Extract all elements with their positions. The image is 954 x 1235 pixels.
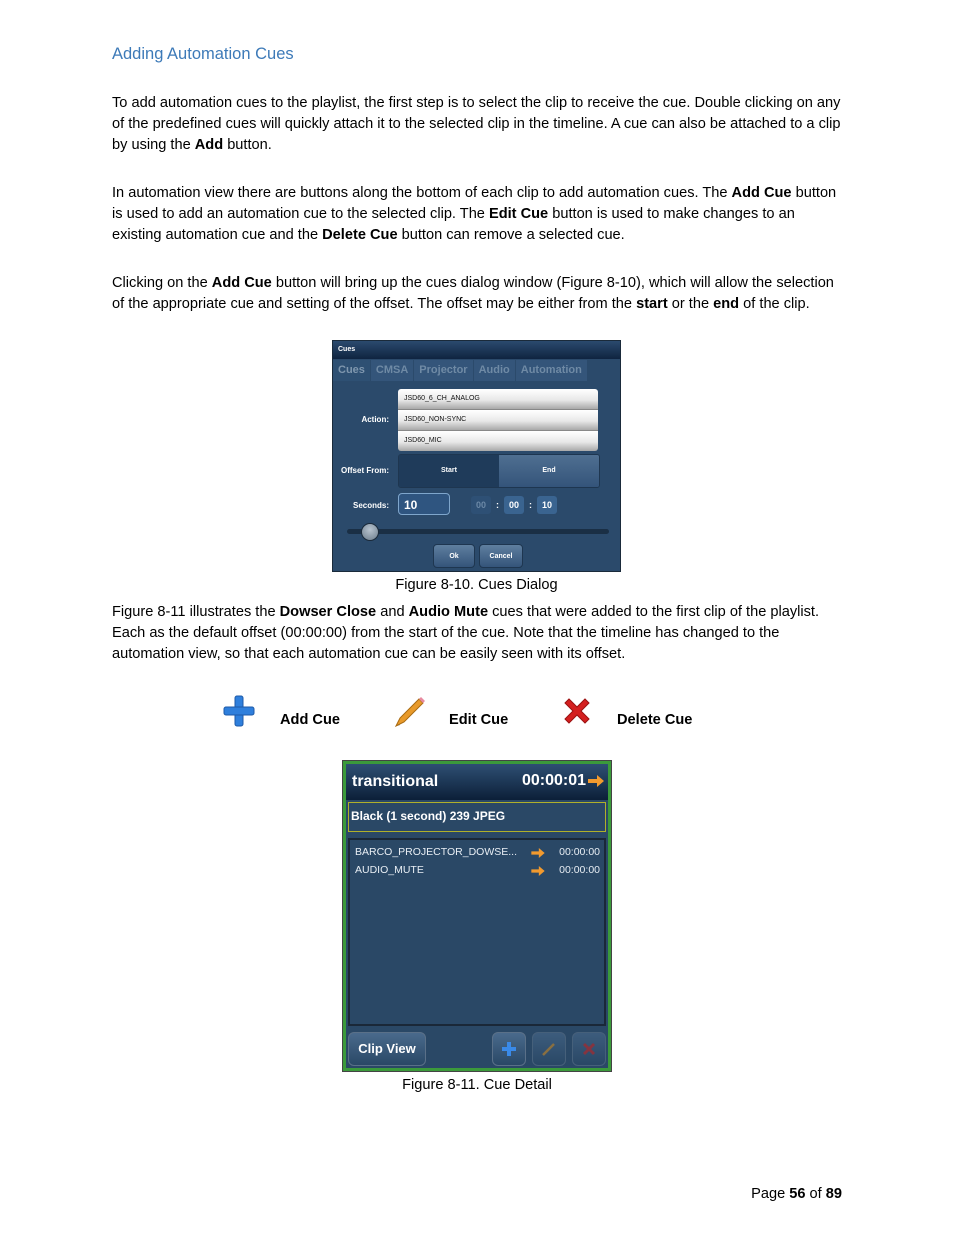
tab-audio[interactable]: Audio (473, 360, 516, 381)
bold-term: start (636, 296, 668, 312)
plus-icon (223, 695, 255, 727)
clip-view-button[interactable]: Clip View (348, 1032, 426, 1066)
x-icon (564, 698, 590, 724)
arrow-right-icon (531, 866, 545, 876)
current-page: 56 (789, 1186, 806, 1202)
offset-start-button[interactable]: Start (399, 455, 499, 487)
delete-cue-label: Delete Cue (617, 712, 693, 728)
offset-segmented-control: Start End (398, 454, 600, 488)
offset-slider-knob[interactable] (361, 523, 379, 541)
ok-button[interactable]: Ok (433, 544, 475, 568)
cue-name: BARCO_PROJECTOR_DOWSE... (355, 846, 518, 858)
pencil-icon (394, 697, 425, 728)
section-heading: Adding Automation Cues (112, 45, 294, 63)
figure-caption: Figure 8-10. Cues Dialog (395, 577, 558, 593)
dialog-title: Cues (333, 341, 620, 359)
action-label: Action: (361, 415, 389, 424)
minutes-field[interactable]: 00 (504, 496, 524, 514)
bold-term: Add Cue (211, 275, 272, 291)
seconds-input[interactable]: 10 (398, 493, 450, 515)
offset-end-button[interactable]: End (499, 455, 599, 487)
delete-cue-button[interactable] (572, 1032, 606, 1066)
tab-cmsa[interactable]: CMSA (370, 360, 415, 381)
cues-dialog: Cues Cues CMSA Projector Audio Automatio… (332, 340, 621, 572)
action-list: JSD60_6_CH_ANALOG JSD60_NON-SYNC JSD60_M… (398, 389, 598, 451)
bold-term: Audio Mute (408, 604, 489, 620)
time-separator: : (529, 500, 532, 510)
paragraph-buttons: In automation view there are buttons alo… (112, 185, 837, 243)
time-separator: : (496, 500, 499, 510)
plus-icon (502, 1042, 516, 1056)
add-cue-button[interactable] (492, 1032, 526, 1066)
clip-duration: 00:00:01 (521, 772, 586, 789)
cue-list: BARCO_PROJECTOR_DOWSE... 00:00:00 AUDIO_… (348, 838, 606, 1026)
action-item[interactable]: JSD60_MIC (398, 431, 598, 451)
edit-cue-button[interactable] (532, 1032, 566, 1066)
cue-name: AUDIO_MUTE (355, 864, 424, 876)
figure-caption: Figure 8-11. Cue Detail (402, 1077, 552, 1093)
paragraph-figure-description: Figure 8-11 illustrates the Dowser Close… (112, 604, 820, 662)
pencil-icon (542, 1043, 555, 1056)
clip-name: transitional (352, 773, 439, 790)
bold-term: Dowser Close (279, 604, 377, 620)
hours-field[interactable]: 00 (471, 496, 491, 514)
edit-cue-label: Edit Cue (449, 712, 509, 728)
cue-offset: 00:00:00 (559, 846, 600, 858)
arrow-right-icon (588, 775, 604, 787)
document-page: Adding Automation Cues To add automation… (0, 0, 954, 1235)
offset-slider-track[interactable] (347, 529, 609, 534)
cue-row[interactable]: BARCO_PROJECTOR_DOWSE... 00:00:00 (355, 846, 600, 862)
page-middle: of (805, 1186, 826, 1202)
bold-term: end (713, 296, 740, 312)
clip-header: transitional 00:00:01 (346, 764, 608, 800)
action-item[interactable]: JSD60_NON-SYNC (398, 410, 598, 431)
page-prefix: Page (751, 1186, 790, 1202)
cue-offset: 00:00:00 (559, 864, 600, 876)
page-number: Page 56 of 89 (700, 1186, 842, 1202)
tab-automation[interactable]: Automation (515, 360, 588, 381)
bold-term: Add (194, 137, 224, 153)
arrow-right-icon (531, 848, 545, 858)
total-pages: 89 (825, 1186, 842, 1202)
paragraph-intro: To add automation cues to the playlist, … (112, 95, 841, 153)
clip-description[interactable]: Black (1 second) 239 JPEG (348, 802, 606, 832)
x-icon (582, 1042, 596, 1056)
bold-term: Add Cue (731, 185, 792, 201)
cue-detail-panel: transitional 00:00:01 Black (1 second) 2… (342, 760, 612, 1072)
action-item[interactable]: JSD60_6_CH_ANALOG (398, 389, 598, 410)
paragraph-dialog: Clicking on the Add Cue button will brin… (112, 275, 834, 312)
tab-cues[interactable]: Cues (333, 360, 371, 381)
bold-term: Edit Cue (488, 206, 549, 222)
add-cue-label: Add Cue (280, 712, 340, 728)
dialog-tabs: Cues CMSA Projector Audio Automation (333, 360, 620, 381)
seconds-field[interactable]: 10 (537, 496, 557, 514)
cancel-button[interactable]: Cancel (479, 544, 523, 568)
offset-label: Offset From: (341, 466, 389, 475)
tab-projector[interactable]: Projector (414, 360, 474, 381)
cue-row[interactable]: AUDIO_MUTE 00:00:00 (355, 864, 600, 880)
seconds-label: Seconds: (352, 501, 389, 510)
bold-term: Delete Cue (322, 227, 398, 243)
